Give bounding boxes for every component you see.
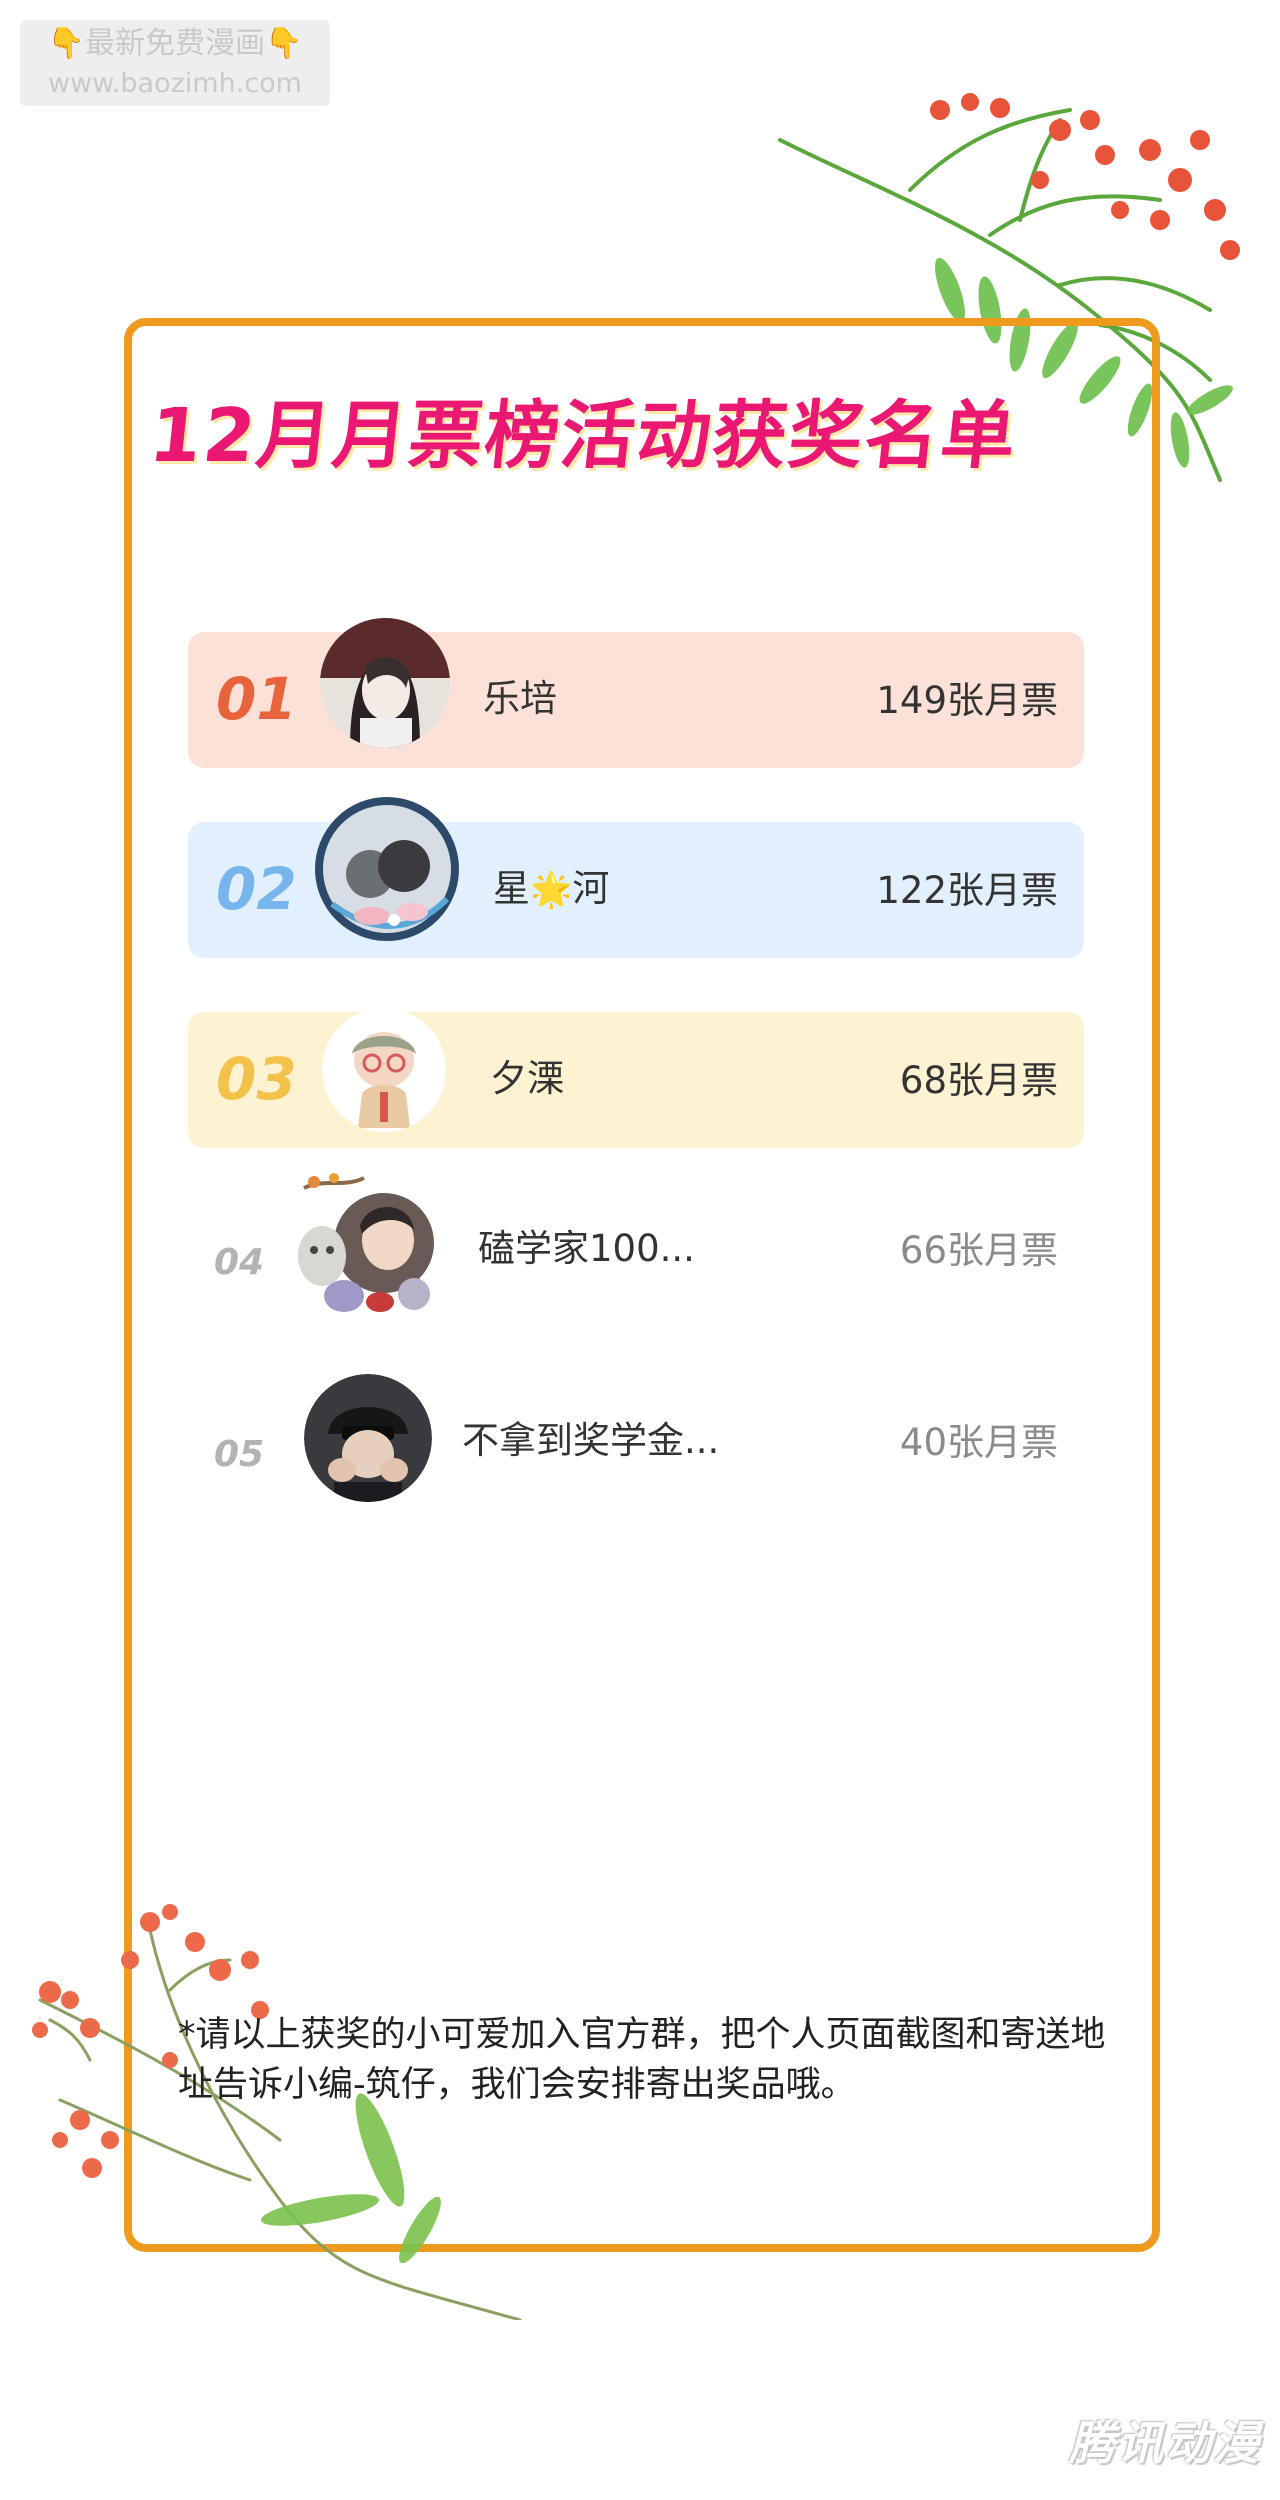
vote-count: 68张月票 (899, 1059, 1058, 1102)
watermark-logo: 腾讯动漫 (1069, 2416, 1261, 2470)
user-name: 不拿到奖学金... (462, 1419, 720, 1462)
ranking-row-3: 03 夕溧 68张月票 (188, 1008, 1084, 1148)
rank-number: 04 (214, 1242, 265, 1283)
user-name: 乐培 (483, 677, 557, 720)
ranking-row-5: 05 不拿到奖学金... 40张月票 (188, 1374, 1084, 1510)
avatar (320, 618, 450, 748)
pointing-down-icon: 👇 (47, 26, 85, 61)
user-name: 星🌟河 (493, 864, 609, 915)
rank-number: 01 (216, 665, 297, 733)
footer-note: *请以上获奖的小可爱加入官方群，把个人页面截图和寄送地址告诉小编-筑仔，我们会安… (178, 2015, 1106, 2105)
watermark-text: 最新免费漫画 (85, 26, 265, 61)
avatar (284, 1168, 444, 1318)
star-icon: 🌟 (530, 870, 573, 910)
rank-number: 03 (216, 1045, 297, 1113)
vote-count: 122张月票 (876, 869, 1058, 912)
vote-count: 40张月票 (899, 1421, 1058, 1464)
vote-count: 66张月票 (899, 1229, 1058, 1272)
avatar (322, 1008, 446, 1132)
rank-number: 02 (216, 855, 297, 923)
rank-number: 05 (214, 1434, 265, 1475)
user-name: 磕学家100... (478, 1227, 695, 1270)
ranking-row-1: 01 乐培 149张月票 (188, 618, 1084, 768)
ranking-row-2: 02 星🌟河 122张月票 (188, 797, 1084, 958)
user-name-part: 星 (493, 867, 530, 910)
floral-branch-bottom-left (32, 1904, 522, 2320)
watermark-top: 👇最新免费漫画👇 www.baozimh.com (20, 20, 330, 106)
user-name-part: 河 (572, 867, 610, 910)
page-title: 12月月票榜活动获奖名单 (145, 393, 1022, 479)
user-name: 夕溧 (490, 1057, 564, 1100)
ranking-row-4: 04 磕学家100... 66张月票 (188, 1173, 1084, 1318)
avatar (304, 1374, 432, 1502)
avatar (312, 794, 462, 944)
vote-count: 149张月票 (876, 679, 1058, 722)
watermark-url: www.baozimh.com (48, 68, 302, 99)
pointing-down-icon: 👇 (265, 26, 303, 61)
